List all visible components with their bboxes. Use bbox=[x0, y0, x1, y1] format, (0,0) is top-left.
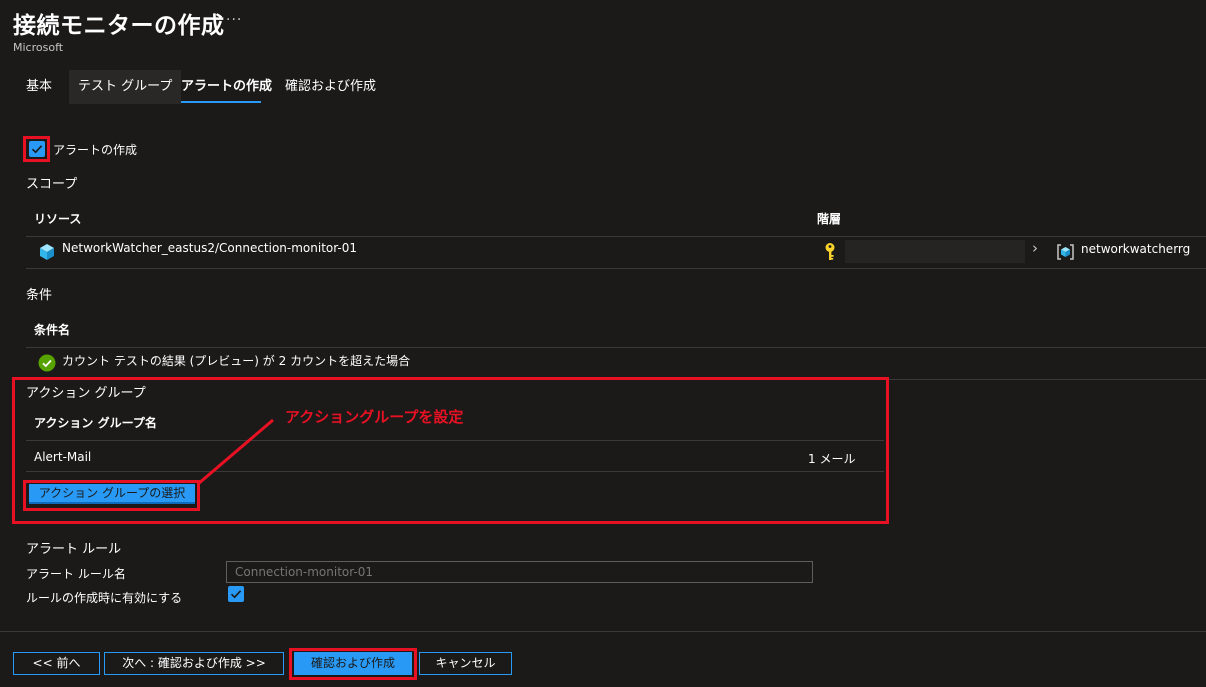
footer-divider bbox=[0, 631, 1206, 632]
annotation-text: アクショングループを設定 bbox=[285, 408, 464, 426]
review-create-button[interactable]: 確認および作成 bbox=[294, 652, 412, 675]
previous-button[interactable]: << 前へ bbox=[13, 652, 100, 675]
next-review-button[interactable]: 次へ : 確認および作成 >> bbox=[104, 652, 284, 675]
alert-rule-label: アラート ルール bbox=[26, 542, 122, 557]
checkmark-icon bbox=[230, 590, 242, 599]
annotation-arrow bbox=[197, 418, 274, 486]
enable-on-create-checkbox[interactable] bbox=[228, 586, 244, 602]
alert-rule-name-input[interactable] bbox=[226, 561, 813, 583]
alert-rule-name-label: アラート ルール名 bbox=[26, 567, 126, 581]
cancel-button[interactable]: キャンセル bbox=[419, 652, 512, 675]
enable-on-create-label: ルールの作成時に有効にする bbox=[26, 591, 183, 605]
